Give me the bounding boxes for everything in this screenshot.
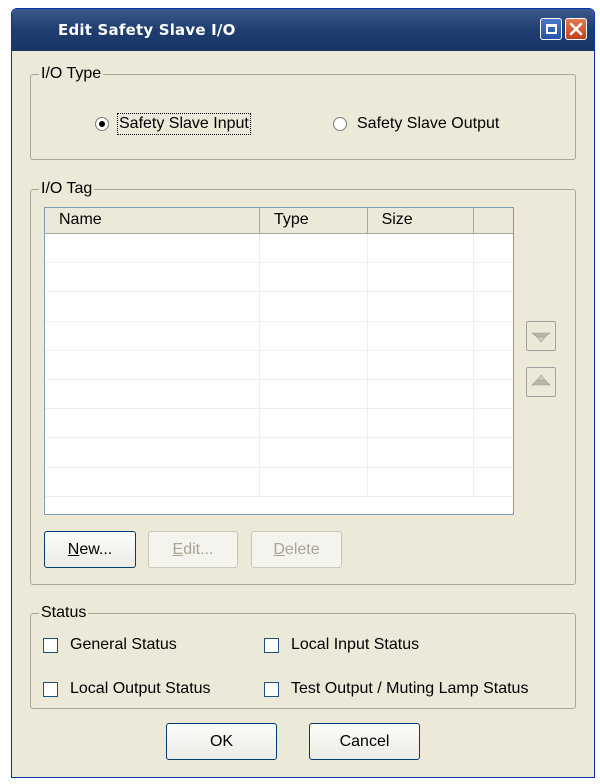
cancel-button-label: Cancel [339,732,390,750]
list-empty-cell [474,351,513,379]
list-empty-cell [45,409,261,438]
list-empty-row [45,263,513,293]
checkbox-test-output-muting-lamp-status[interactable]: Test Output / Muting Lamp Status [264,680,528,698]
status-group: Status General Status Local Input Status… [30,603,576,709]
ok-button[interactable]: OK [166,723,277,760]
checkbox[interactable] [43,681,58,697]
checkbox-local-input-status[interactable]: Local Input Status [264,636,419,654]
list-empty-cell [368,234,475,263]
list-empty-cell [474,292,513,320]
list-empty-cell [474,468,513,496]
list-empty-cell [45,263,261,292]
list-empty-cell [474,409,513,437]
list-empty-cell [45,379,261,409]
list-empty-cell [260,438,368,467]
status-legend: Status [39,603,89,623]
list-empty-cell [260,379,368,409]
close-button[interactable] [565,18,587,40]
list-empty-row [45,379,513,410]
column-header-type[interactable]: Type [260,208,368,234]
new-button[interactable]: New... [44,531,136,568]
cancel-button[interactable]: Cancel [309,723,420,760]
list-empty-cell [368,321,475,350]
radio-safety-slave-output[interactable]: Safety Slave Output [333,115,499,133]
column-header-name[interactable]: Name [45,208,261,234]
io-type-legend: I/O Type [39,64,104,84]
list-empty-cell [45,321,261,350]
list-empty-cell [474,263,513,291]
list-body[interactable] [45,234,513,514]
delete-button[interactable]: Delete [251,531,342,568]
list-empty-cell [260,292,368,321]
io-tag-list[interactable]: Name Type Size [44,207,514,515]
move-up-button[interactable] [526,367,556,397]
edit-button[interactable]: Edit... [148,531,238,568]
radio-button-selected[interactable] [95,117,109,131]
io-type-group: I/O Type Safety Slave Input Safety Slave… [30,64,576,160]
list-empty-cell [45,438,261,467]
list-empty-cell [368,409,475,438]
list-empty-cell [45,350,261,379]
list-empty-cell [260,467,368,496]
checkbox-label: Test Output / Muting Lamp Status [291,680,529,697]
list-header: Name Type Size [45,208,513,234]
title-bar[interactable]: Edit Safety Slave I/O [12,9,594,51]
column-header-filler [474,208,513,234]
checkbox[interactable] [264,637,279,653]
delete-button-label: Delete [273,540,320,558]
window-title: Edit Safety Slave I/O [58,21,236,39]
checkbox[interactable] [264,681,279,697]
checkbox[interactable] [43,637,58,653]
radio-label-input: Safety Slave Input [117,113,251,135]
edit-button-label: Edit... [172,540,214,558]
list-empty-cell [368,263,475,292]
list-empty-cell [474,234,513,262]
list-empty-cell [260,263,368,292]
list-empty-cell [368,467,475,496]
ok-button-label: OK [209,732,234,750]
list-empty-cell [368,438,475,467]
checkbox-local-output-status[interactable]: Local Output Status [43,680,211,698]
close-icon [569,22,583,36]
list-empty-cell [474,380,513,408]
list-empty-cell [45,234,261,263]
list-empty-cell [474,438,513,466]
list-empty-cell [368,292,475,321]
move-down-button[interactable] [526,321,556,351]
list-empty-row [45,292,513,322]
column-header-size[interactable]: Size [367,208,475,234]
move-up-icon [531,374,551,386]
list-empty-cell [45,467,261,496]
radio-label-output: Safety Slave Output [357,115,500,132]
list-empty-cell [368,379,475,409]
list-empty-row [45,438,513,468]
list-empty-cell [260,321,368,350]
list-empty-row [45,321,513,351]
list-empty-row [45,409,513,439]
checkbox-label: Local Output Status [70,680,211,697]
list-empty-row [45,350,513,380]
list-empty-cell [260,350,368,379]
list-empty-cell [260,234,368,263]
checkbox-label: General Status [70,636,177,653]
maximize-icon [545,24,557,34]
radio-safety-slave-input[interactable]: Safety Slave Input [95,113,251,135]
checkbox-label: Local Input Status [291,636,420,653]
list-empty-row [45,234,513,264]
io-tag-legend: I/O Tag [39,179,95,199]
radio-button-unselected[interactable] [333,117,347,131]
list-empty-cell [260,409,368,438]
list-empty-row [45,467,513,497]
move-down-icon [531,332,551,343]
list-empty-cell [474,322,513,350]
list-empty-cell [45,292,261,321]
dialog-window: Edit Safety Slave I/O I/O Type Safety Sl… [11,8,595,778]
new-button-label: New... [67,540,113,558]
checkbox-general-status[interactable]: General Status [43,636,177,654]
list-empty-cell [368,350,475,379]
maximize-button[interactable] [540,18,562,40]
